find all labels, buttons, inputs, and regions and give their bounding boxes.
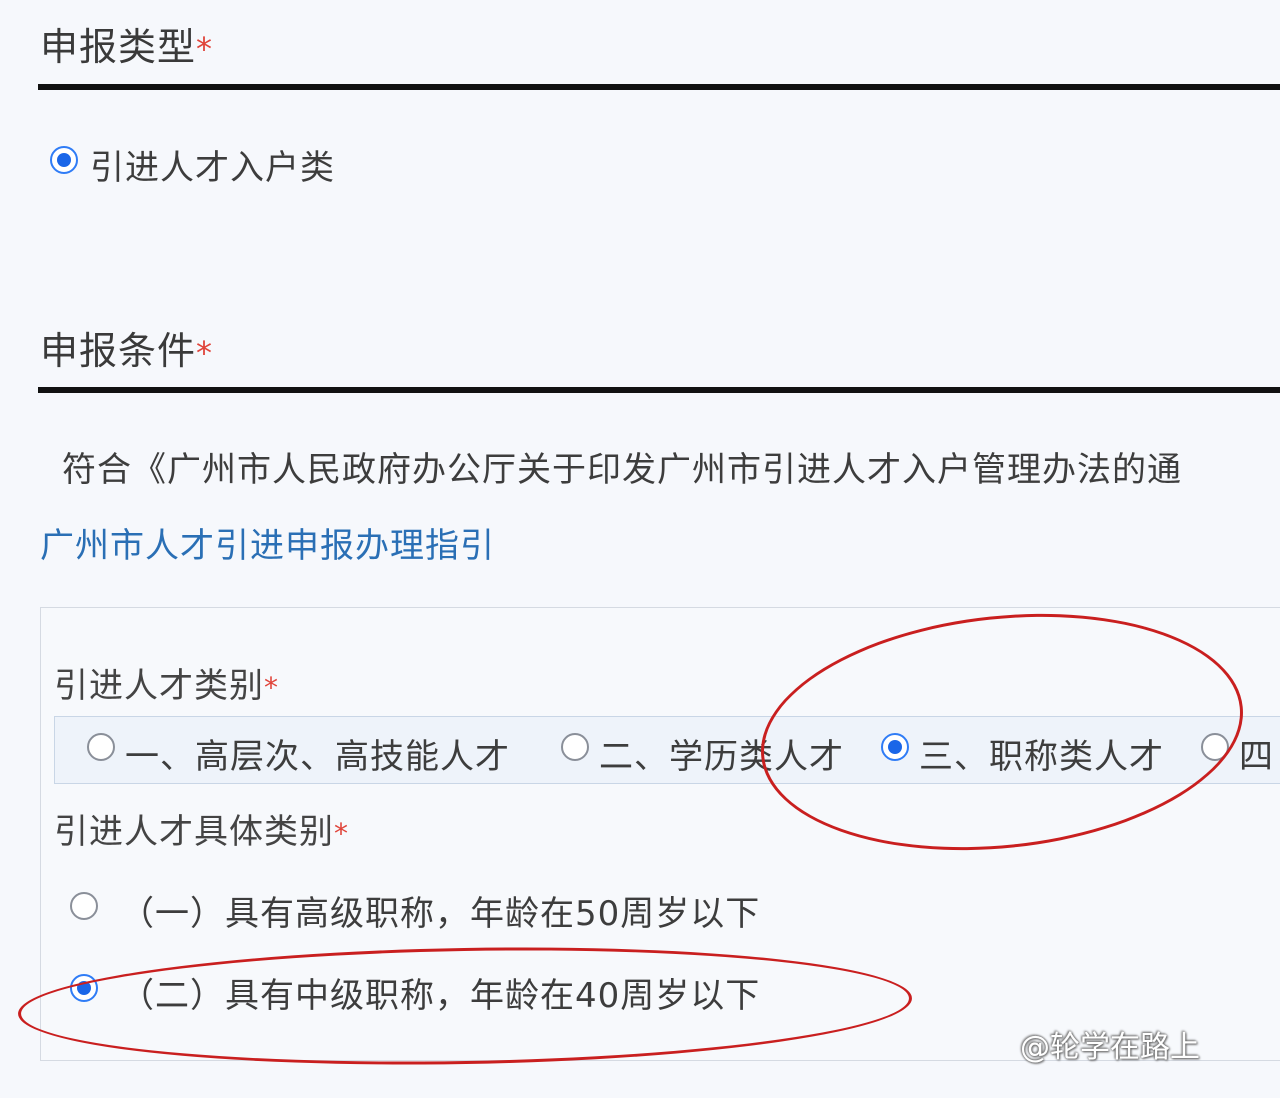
declaration-conditions-title-text: 申报条件: [40, 329, 197, 373]
declaration-type-option-label: 引进人才入户类: [90, 148, 335, 188]
subcategory-option-senior[interactable]: （一）具有高级职称，年龄在50周岁以下: [70, 886, 970, 934]
declaration-conditions-title: 申报条件*: [40, 320, 213, 375]
subcategory-option-label: （一）具有高级职称，年龄在50周岁以下: [120, 894, 761, 934]
guide-link[interactable]: 广州市人才引进申报办理指引: [40, 518, 495, 567]
radio-selected-icon[interactable]: [50, 146, 78, 174]
section-divider: [38, 84, 1280, 90]
talent-subcategory-label-text: 引进人才具体类别: [54, 812, 334, 852]
radio-unselected-icon[interactable]: [561, 733, 589, 761]
watermark: @轮学在路上: [1020, 1030, 1200, 1065]
talent-category-label: 引进人才类别*: [54, 658, 279, 707]
section-divider: [38, 387, 1280, 393]
category-option-label: 一、高层次、高技能人才: [125, 737, 510, 777]
radio-unselected-icon[interactable]: [87, 733, 115, 761]
required-mark: *: [196, 334, 214, 372]
required-mark: *: [264, 671, 279, 704]
talent-category-label-text: 引进人才类别: [54, 666, 264, 706]
required-mark: *: [334, 817, 349, 850]
required-mark: *: [196, 30, 214, 68]
radio-unselected-icon[interactable]: [70, 892, 98, 920]
declaration-type-title-text: 申报类型: [40, 25, 197, 69]
talent-subcategory-label: 引进人才具体类别*: [54, 804, 349, 853]
declaration-type-title: 申报类型*: [40, 16, 213, 71]
conditions-notice-text: 符合《广州市人民政府办公厅关于印发广州市引进人才入户管理办法的通: [62, 450, 1182, 490]
category-option-label: 四: [1239, 737, 1274, 777]
